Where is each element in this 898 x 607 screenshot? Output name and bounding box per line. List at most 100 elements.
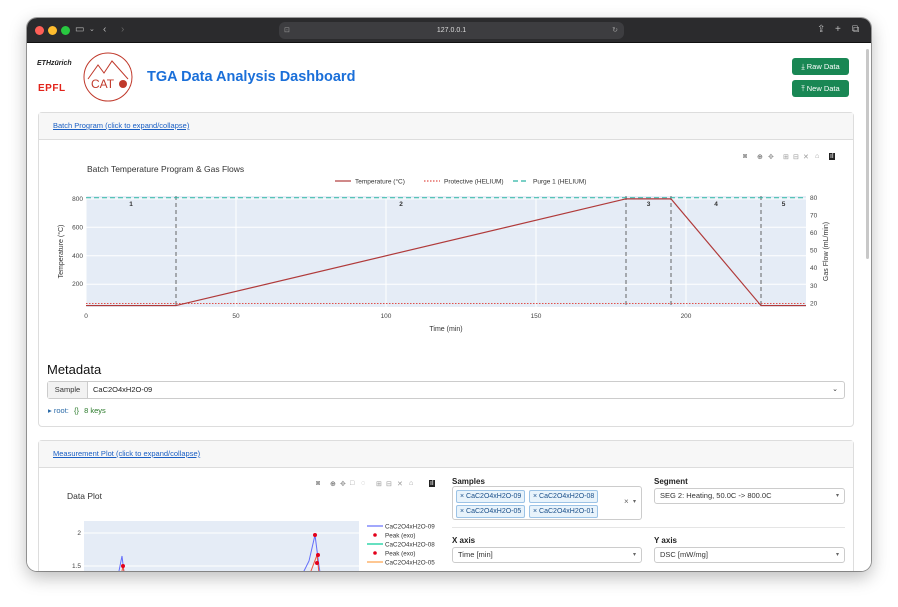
page-settings-icon[interactable]: ⊡: [284, 22, 290, 39]
y-tick-label: 600: [72, 224, 83, 231]
measurement-plot-header[interactable]: Measurement Plot (click to expand/collap…: [39, 441, 853, 468]
new-data-button[interactable]: ⤒ New Data: [792, 80, 849, 97]
y-axis-title: Temperature (°C): [57, 225, 65, 279]
y2-tick-label: 30: [810, 283, 818, 290]
address-bar[interactable]: ⊡ 127.0.0.1 ↻: [279, 22, 624, 39]
zoom-icon[interactable]: ⊕: [330, 480, 336, 488]
clear-all-icon[interactable]: ×: [624, 497, 629, 506]
peak-marker: [315, 561, 319, 565]
legend-label: CaC2O4xH2O-08: [385, 542, 435, 549]
legend-label: Protective (HELIUM): [444, 179, 504, 186]
sidebar-icon[interactable]: ▭: [75, 24, 84, 36]
minimize-window-icon[interactable]: [48, 26, 57, 35]
samples-label: Samples: [452, 477, 485, 486]
y2-tick-label: 50: [810, 248, 818, 255]
sample-tag[interactable]: × CaC2O4xH2O-08: [529, 490, 599, 503]
x-tick-label: 0: [84, 313, 88, 320]
peak-marker: [316, 553, 320, 557]
share-icon[interactable]: ⇪: [817, 24, 825, 36]
x-axis-title: Time (min): [429, 326, 462, 333]
measurement-plot-link[interactable]: Measurement Plot (click to expand/collap…: [53, 449, 200, 458]
zoom-out-icon[interactable]: ⊟: [793, 153, 799, 161]
y-tick-label: 400: [72, 253, 83, 260]
legend-label: Purge 1 (HELIUM): [533, 179, 586, 186]
lasso-icon[interactable]: ◌: [361, 480, 365, 487]
sample-tag[interactable]: × CaC2O4xH2O-09: [456, 490, 526, 503]
browser-toolbar: ▭ ⌄ ‹ › ⊡ 127.0.0.1 ↻ ⇪ + ⧉: [27, 18, 871, 43]
pan-icon[interactable]: ✥: [768, 153, 774, 161]
back-icon[interactable]: ‹: [103, 24, 106, 36]
legend-marker: [373, 533, 377, 537]
x-tick-label: 150: [531, 313, 542, 320]
y2-tick-label: 20: [810, 300, 818, 307]
camera-icon[interactable]: ◙: [316, 480, 320, 487]
plotly-logo-icon[interactable]: ıl: [429, 480, 435, 487]
y-tick-label: 2: [77, 530, 81, 537]
json-root-toggle[interactable]: ▸ root: {} 8 keys: [48, 406, 106, 415]
zoom-in-icon[interactable]: ⊞: [783, 153, 789, 161]
page-scrollbar[interactable]: [866, 49, 869, 259]
url-text: 127.0.0.1: [436, 27, 467, 34]
y2-tick-label: 40: [810, 265, 818, 272]
sample-select[interactable]: Sample CaC2O4xH2O-09 ⌄: [47, 381, 845, 399]
segment-select[interactable]: SEG 2: Heating, 50.0C -> 800.0C ▾: [654, 488, 845, 504]
y2-tick-label: 70: [810, 212, 818, 219]
batch-program-link[interactable]: Batch Program (click to expand/collapse): [53, 121, 189, 130]
segment-label: 3: [647, 201, 651, 208]
raw-data-button[interactable]: ⤓ Raw Data: [792, 58, 849, 75]
pan-icon[interactable]: ✥: [340, 480, 346, 488]
tabs-overview-icon[interactable]: ⧉: [852, 24, 859, 36]
peak-marker: [313, 533, 317, 537]
x-tick-label: 100: [381, 313, 392, 320]
data-plot-title: Data Plot: [67, 491, 102, 501]
batch-program-panel: Batch Program (click to expand/collapse)…: [38, 112, 854, 427]
zoom-out-icon[interactable]: ⊟: [386, 480, 392, 488]
x-tick-label: 50: [232, 313, 240, 320]
chevron-down-icon[interactable]: ▾: [633, 498, 636, 505]
y-tick-label: 1.5: [72, 563, 81, 570]
zoom-icon[interactable]: ⊕: [757, 153, 763, 161]
sample-value: CaC2O4xH2O-09: [93, 385, 153, 394]
samples-multiselect[interactable]: × CaC2O4xH2O-09 × CaC2O4xH2O-08 × CaC2O4…: [452, 486, 642, 520]
forward-icon[interactable]: ›: [121, 24, 124, 36]
chevron-down-icon: ▾: [835, 493, 839, 499]
sample-label: Sample: [48, 382, 88, 398]
camera-icon[interactable]: ◙: [743, 153, 747, 160]
cat-logo-text: CAT: [91, 77, 115, 91]
chevron-down-icon[interactable]: ⌄: [89, 24, 95, 36]
home-icon[interactable]: ⌂: [409, 480, 413, 487]
zoom-in-icon[interactable]: ⊞: [376, 480, 382, 488]
eth-logo: ETHzürich: [37, 60, 72, 67]
data-plot-chart: 2 1.5 CaC2O4xH2O-09 Peak (exo) CaC2O4xH2O-08…: [72, 521, 435, 571]
measurement-chart-toolbar: ◙ ⊕ ✥ □ ◌ ⊞ ⊟ ✕ ⌂ ıl: [316, 480, 441, 490]
browser-window: ▭ ⌄ ‹ › ⊡ 127.0.0.1 ↻ ⇪ + ⧉ ETHzürich EP…: [27, 18, 871, 571]
x-axis-select[interactable]: Time [min] ▾: [452, 547, 642, 563]
plotly-logo-icon[interactable]: ıl: [829, 153, 835, 160]
chart-toolbar: ◙ ⊕ ✥ ⊞ ⊟ ✕ ⌂ ıl: [743, 153, 843, 163]
reload-icon[interactable]: ↻: [612, 22, 618, 39]
legend-label: Temperature (°C): [355, 178, 405, 186]
segment-label: 2: [399, 201, 403, 208]
plot-area: [86, 196, 806, 307]
metadata-heading: Metadata: [47, 362, 102, 377]
measurement-plot-panel: Measurement Plot (click to expand/collap…: [38, 440, 854, 571]
y-tick-label: 200: [72, 281, 83, 288]
box-select-icon[interactable]: □: [350, 480, 354, 487]
y-axis-select[interactable]: DSC [mW/mg] ▾: [654, 547, 845, 563]
segment-label: 4: [714, 201, 718, 208]
chevron-down-icon: ⌄: [832, 386, 838, 393]
chevron-down-icon: ▾: [632, 552, 636, 558]
home-icon[interactable]: ⌂: [815, 153, 819, 160]
legend-label: CaC2O4xH2O-05: [385, 560, 435, 567]
maximize-window-icon[interactable]: [61, 26, 70, 35]
x-tick-label: 200: [681, 313, 692, 320]
y2-tick-label: 80: [810, 195, 818, 202]
batch-program-header[interactable]: Batch Program (click to expand/collapse): [39, 113, 853, 140]
autoscale-icon[interactable]: ✕: [803, 153, 809, 161]
sample-tag[interactable]: × CaC2O4xH2O-01: [529, 505, 599, 518]
close-window-icon[interactable]: [35, 26, 44, 35]
new-tab-icon[interactable]: +: [835, 24, 841, 36]
autoscale-icon[interactable]: ✕: [397, 480, 403, 488]
sample-tag[interactable]: × CaC2O4xH2O-05: [456, 505, 526, 518]
chevron-down-icon: ▾: [835, 552, 839, 558]
